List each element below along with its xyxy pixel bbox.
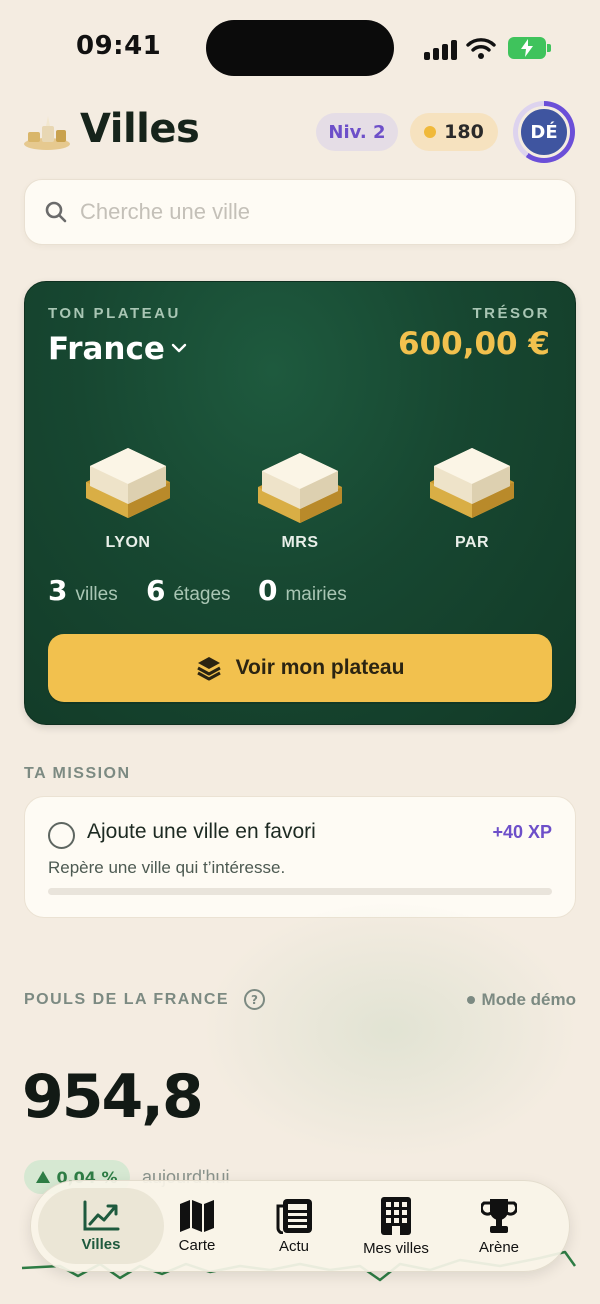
search-input[interactable] <box>80 197 550 227</box>
tab-mes-villes[interactable]: Mes villes <box>346 1188 446 1264</box>
demo-mode-label: Mode démo <box>481 990 576 1009</box>
mission-checkbox[interactable] <box>48 822 75 849</box>
avatar[interactable]: DÉ <box>518 106 570 158</box>
battery-icon <box>508 37 546 59</box>
stat-mairies: 0 mairies <box>258 574 347 607</box>
demo-mode-indicator: Mode démo <box>466 990 576 1010</box>
stat-value: 3 <box>48 574 68 607</box>
treasure-label: TRÉSOR <box>472 305 550 322</box>
coin-count: 180 <box>444 121 484 143</box>
tab-label: Carte <box>178 1236 216 1254</box>
stat-value: 0 <box>258 574 278 607</box>
newspaper-icon <box>276 1198 312 1234</box>
city-tile-lyon[interactable]: LYON <box>83 440 173 552</box>
board-label: TON PLATEAU <box>48 305 181 322</box>
status-dot-icon <box>466 996 475 1004</box>
wifi-icon <box>466 38 496 59</box>
pulse-index-value: 954,8 <box>22 1062 204 1132</box>
tab-label: Mes villes <box>363 1239 429 1257</box>
search-icon <box>45 201 67 223</box>
treasure-value: 600,00 € <box>398 326 550 362</box>
view-board-button[interactable]: Voir mon plateau <box>48 634 552 702</box>
trophy-icon <box>481 1198 517 1233</box>
app-logo-icon <box>24 116 70 150</box>
chevron-down-icon[interactable] <box>170 341 188 355</box>
building-icon <box>381 1196 411 1235</box>
map-icon <box>180 1199 214 1232</box>
status-time: 09:41 <box>76 31 162 61</box>
city-code: MRS <box>281 534 319 551</box>
view-board-label: Voir mon plateau <box>235 656 405 679</box>
city-code: PAR <box>454 534 490 551</box>
tab-label: Villes <box>81 1235 121 1253</box>
stat-label: étages <box>173 584 231 605</box>
help-icon[interactable]: ? <box>244 989 265 1010</box>
stat-etages: 6 étages <box>146 574 231 607</box>
stat-value: 6 <box>146 574 166 607</box>
level-badge[interactable]: Niv. 2 <box>316 113 398 151</box>
board-country-selector[interactable]: France <box>48 331 165 367</box>
page-title: Villes <box>80 106 200 152</box>
tab-label: Actu <box>278 1237 309 1255</box>
pulse-section-label: POULS DE LA FRANCE <box>24 991 230 1008</box>
tab-label: Arène <box>478 1238 520 1256</box>
stat-label: villes <box>75 584 118 605</box>
triangle-up-icon <box>36 1171 51 1183</box>
mission-card[interactable] <box>24 796 576 918</box>
mission-description: Repère une ville qui t’intéresse. <box>48 858 286 877</box>
city-block-icon <box>430 448 514 518</box>
layers-icon <box>196 657 221 681</box>
coin-balance-badge[interactable]: 180 <box>410 113 498 151</box>
chart-line-icon <box>83 1200 120 1230</box>
city-block-icon <box>86 448 170 518</box>
pulse-background-glow <box>200 900 580 1160</box>
city-tile-par[interactable]: PAR <box>427 440 517 552</box>
mission-progress-bar <box>48 888 552 895</box>
stat-villes: 3 villes <box>48 574 118 607</box>
dynamic-island <box>206 20 394 76</box>
city-tile-mrs[interactable]: MRS <box>255 445 345 552</box>
battery-cap <box>547 44 551 52</box>
city-code: LYON <box>105 534 151 551</box>
stat-label: mairies <box>285 584 347 605</box>
coin-icon <box>424 126 437 138</box>
city-block-icon <box>258 453 342 523</box>
tab-carte[interactable]: Carte <box>147 1188 247 1264</box>
mission-section-label: TA MISSION <box>24 765 131 782</box>
cellular-signal-icon <box>424 38 458 60</box>
mission-title: Ajoute une ville en favori <box>87 820 316 843</box>
mission-xp-reward: +40 XP <box>492 822 552 842</box>
tab-actu[interactable]: Actu <box>244 1188 344 1264</box>
tab-villes[interactable]: Villes <box>38 1188 164 1264</box>
tab-arene[interactable]: Arène <box>449 1188 549 1264</box>
